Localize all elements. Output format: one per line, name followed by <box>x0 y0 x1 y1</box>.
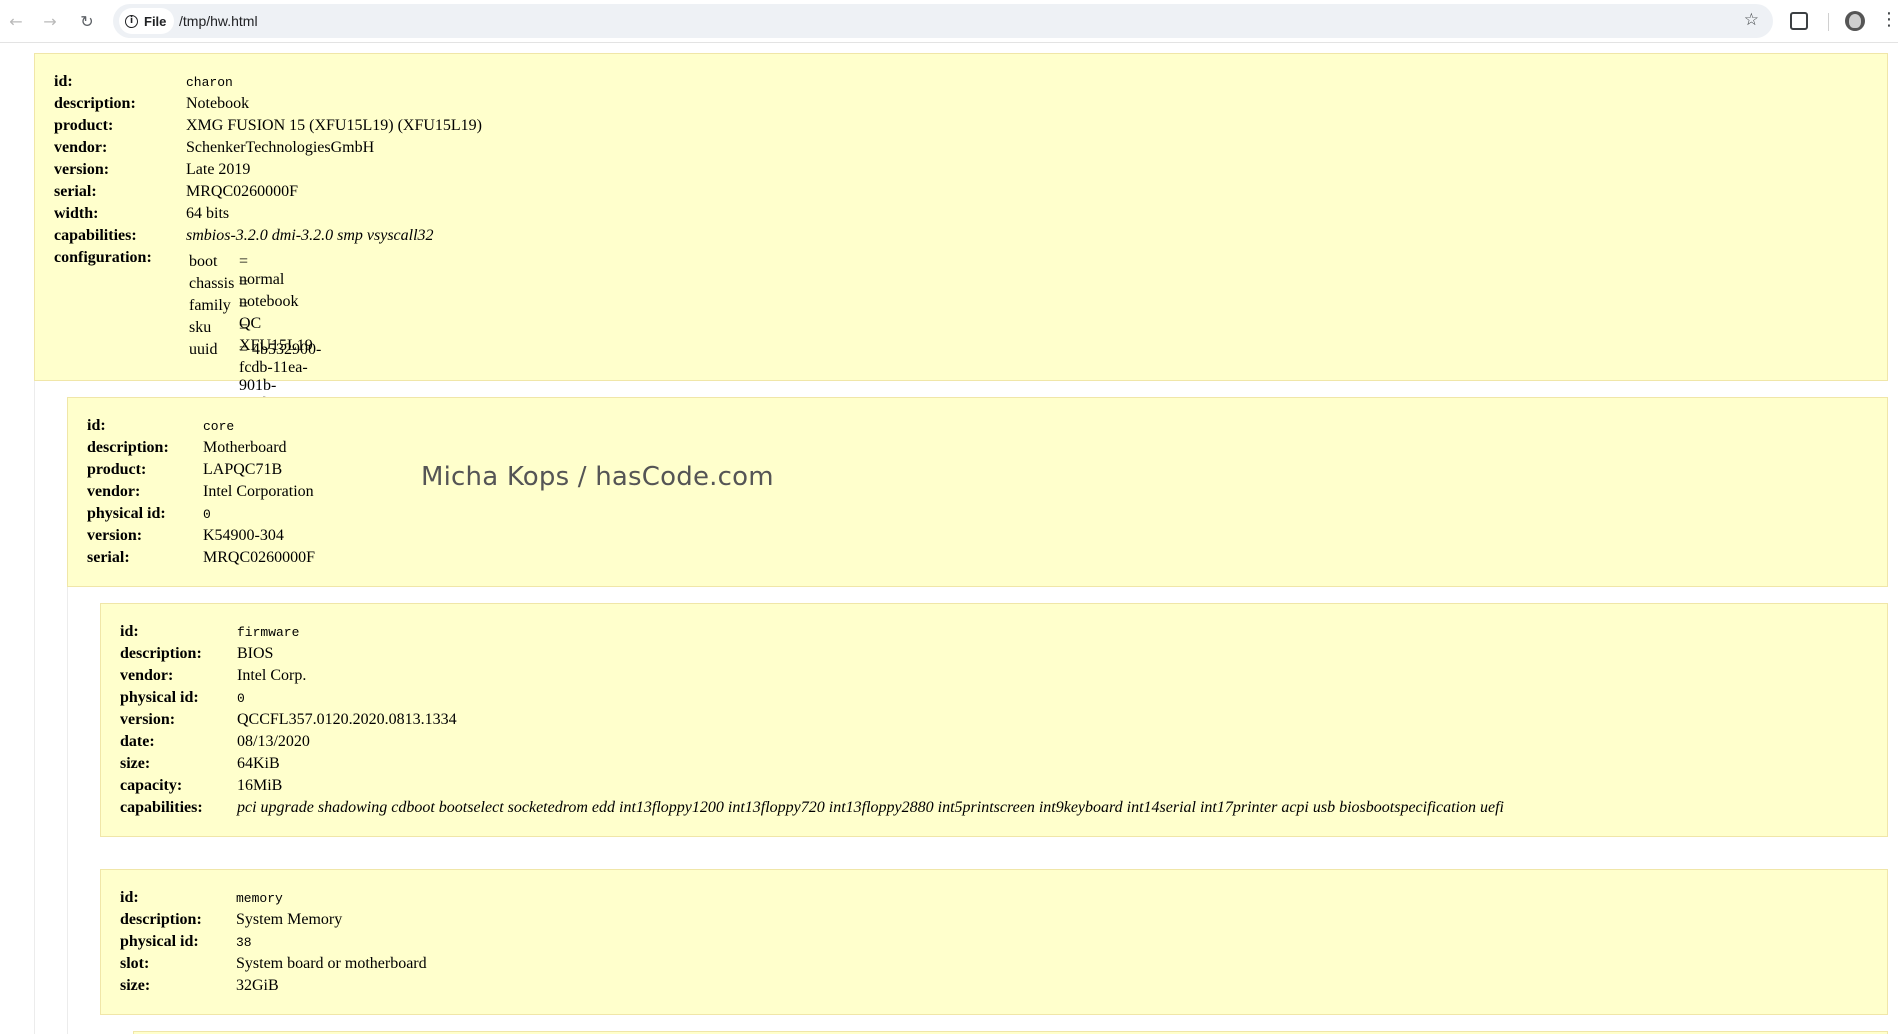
config-key: family <box>189 297 231 314</box>
field-label: description: <box>120 645 202 662</box>
field-label: serial: <box>87 549 130 566</box>
field-value-vendor: SchenkerTechnologiesGmbH <box>186 139 375 156</box>
field-value-serial: MRQC0260000F <box>203 549 316 566</box>
field-value-version: QCCFL357.0120.2020.0813.1334 <box>237 711 457 728</box>
field-label: id: <box>87 417 106 434</box>
field-label: product: <box>54 117 114 134</box>
node-root: id: charon description: Notebook product: X… <box>34 53 1888 412</box>
config-key: chassis <box>189 275 235 292</box>
field-label: serial: <box>54 183 97 200</box>
field-label: physical id: <box>120 689 199 706</box>
field-value-description: System Memory <box>236 911 343 928</box>
back-icon[interactable]: ← <box>4 9 28 33</box>
field-label: capacity: <box>120 777 183 794</box>
page-content: id: charon description: Notebook product: X… <box>0 43 1898 1034</box>
field-value-id: charon <box>186 75 233 90</box>
url-text[interactable]: /tmp/hw.html <box>179 4 258 38</box>
field-value-id: firmware <box>237 625 300 640</box>
toolbar-divider <box>1828 13 1829 31</box>
field-value-size: 64KiB <box>237 755 280 772</box>
field-label: version: <box>120 711 176 728</box>
reload-icon[interactable]: ↻ <box>75 9 99 33</box>
field-value-description: Notebook <box>186 95 250 112</box>
field-label: description: <box>120 911 202 928</box>
tree-connector <box>67 586 68 1034</box>
field-value-serial: MRQC0260000F <box>186 183 299 200</box>
tree-connector <box>34 380 35 1034</box>
field-value-id: core <box>203 419 235 434</box>
field-label: vendor: <box>54 139 108 156</box>
field-value-width: 64 bits <box>186 205 230 222</box>
field-value-id: memory <box>236 891 283 906</box>
field-label: configuration: <box>54 249 152 266</box>
field-label: version: <box>54 161 110 178</box>
field-value-description: BIOS <box>237 645 274 662</box>
field-value-date: 08/13/2020 <box>237 733 310 750</box>
browser-toolbar: ← → ↻ i File /tmp/hw.html ☆ ⋮ <box>0 0 1898 43</box>
field-label: id: <box>120 889 139 906</box>
field-label: size: <box>120 755 151 772</box>
field-label: description: <box>87 439 169 456</box>
extensions-icon[interactable] <box>1790 12 1808 30</box>
field-value-product: LAPQC71B <box>203 461 283 478</box>
field-value-physical-id: 0 <box>203 507 211 522</box>
node-memory: id: memory description: System Memory phys… <box>100 869 1888 1015</box>
field-value-slot: System board or motherboard <box>236 955 427 972</box>
field-label: product: <box>87 461 147 478</box>
watermark-text: Micha Kops / hasCode.com <box>421 462 774 492</box>
field-value-capabilities: smbios-3.2.0 dmi-3.2.0 smp vsyscall32 <box>186 227 434 244</box>
file-label: File <box>144 13 167 29</box>
field-label: size: <box>120 977 151 994</box>
field-value-version: K54900-304 <box>203 527 284 544</box>
field-value-description: Motherboard <box>203 439 287 456</box>
field-value-capacity: 16MiB <box>237 777 283 794</box>
address-bar[interactable]: i File /tmp/hw.html ☆ <box>113 4 1773 38</box>
bookmark-star-icon[interactable]: ☆ <box>1744 10 1759 30</box>
node-core: id: core description: Motherboard product:… <box>67 397 1888 587</box>
field-label: id: <box>54 73 73 90</box>
field-value-product: XMG FUSION 15 (XFU15L19) (XFU15L19) <box>186 117 482 134</box>
field-value-vendor: Intel Corp. <box>237 667 307 684</box>
field-value-size: 32GiB <box>236 977 279 994</box>
field-label: capabilities: <box>120 799 203 816</box>
field-label: id: <box>120 623 139 640</box>
forward-icon[interactable]: → <box>38 9 62 33</box>
field-value-version: Late 2019 <box>186 161 251 178</box>
node-firmware: id: firmware description: BIOS vendor: Inte… <box>100 603 1888 837</box>
kebab-menu-icon[interactable]: ⋮ <box>1880 9 1898 30</box>
field-label: width: <box>54 205 99 222</box>
profile-avatar[interactable] <box>1845 11 1865 31</box>
info-icon: i <box>125 14 138 28</box>
field-value-capabilities: pci upgrade shadowing cdboot bootselect … <box>237 799 1504 816</box>
field-label: date: <box>120 733 155 750</box>
field-value-physical-id: 0 <box>237 691 245 706</box>
config-key: boot <box>189 253 218 270</box>
config-key: uuid <box>189 341 218 358</box>
field-label: capabilities: <box>54 227 137 244</box>
field-label: vendor: <box>87 483 141 500</box>
field-label: physical id: <box>87 505 166 522</box>
config-key: sku <box>189 319 212 336</box>
field-label: description: <box>54 95 136 112</box>
site-info-button[interactable]: i File <box>119 8 175 34</box>
field-label: vendor: <box>120 667 174 684</box>
field-label: slot: <box>120 955 150 972</box>
field-label: version: <box>87 527 143 544</box>
field-value-vendor: Intel Corporation <box>203 483 314 500</box>
field-label: physical id: <box>120 933 199 950</box>
field-value-physical-id: 38 <box>236 935 252 950</box>
